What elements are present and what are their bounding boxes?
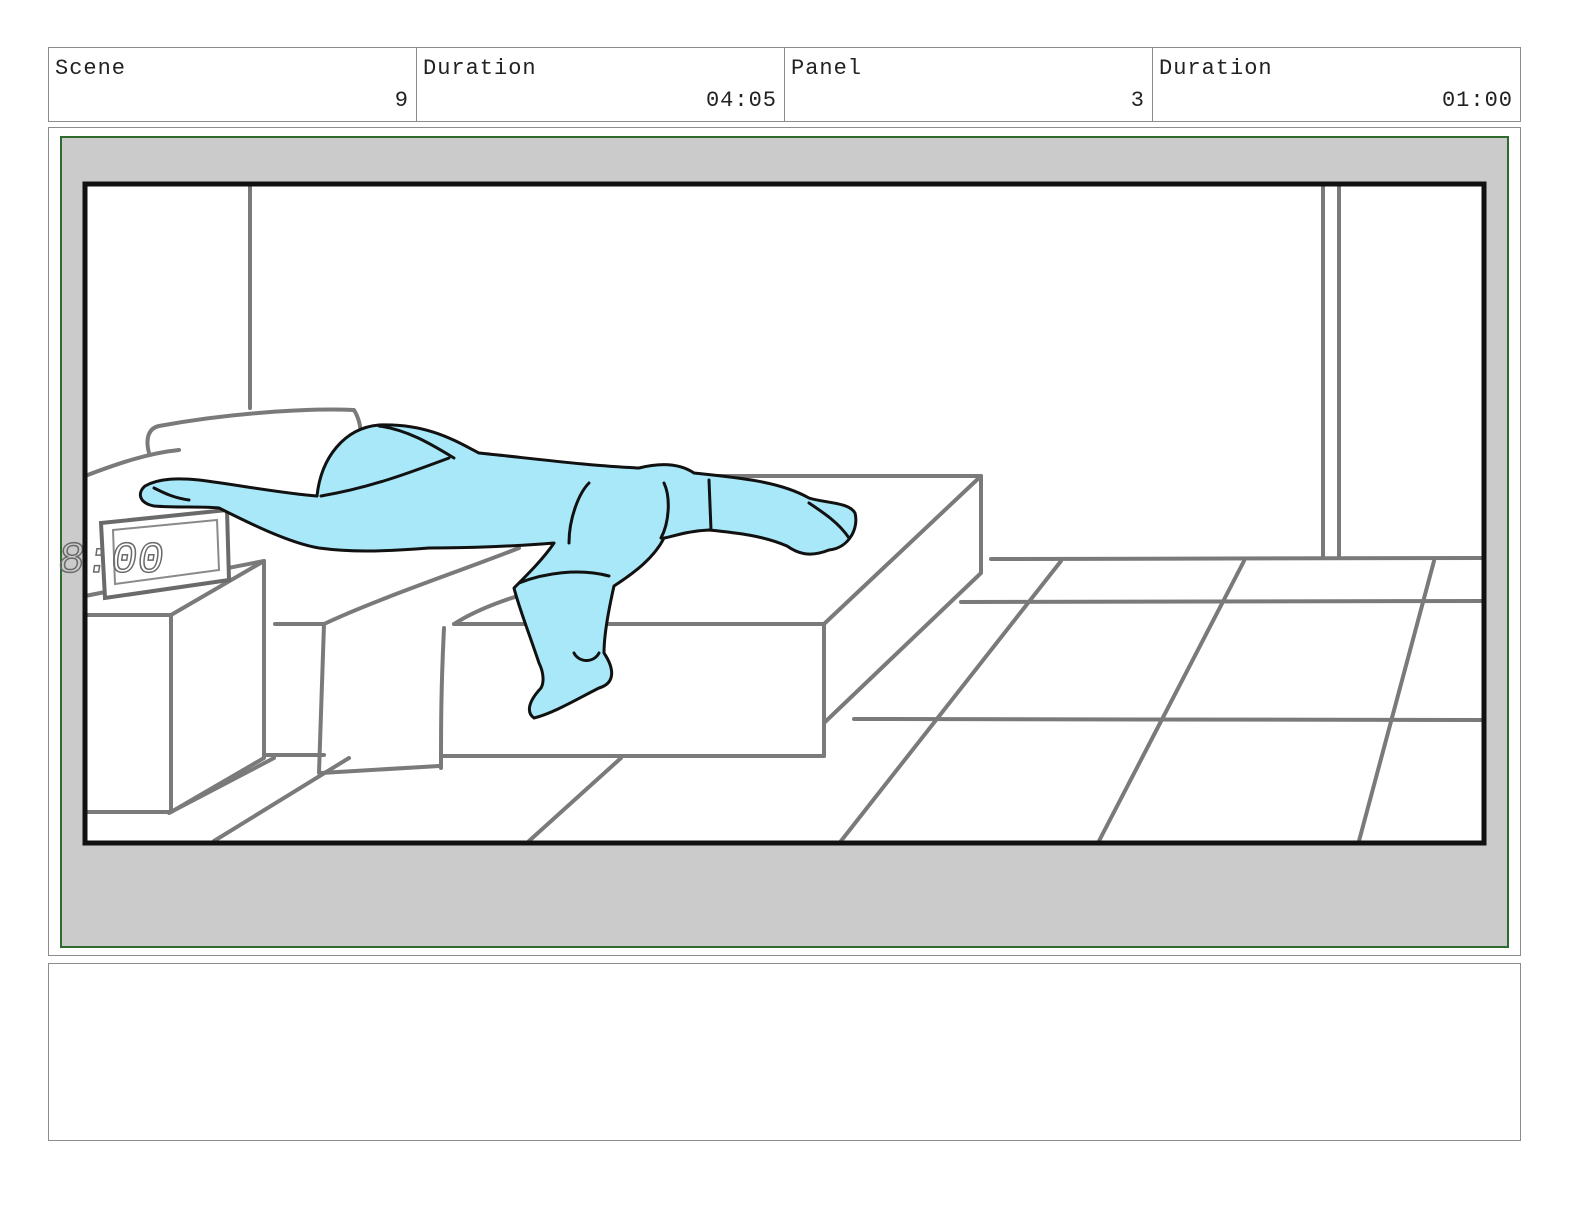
scene-value[interactable]: 9 bbox=[395, 88, 409, 113]
panel-value[interactable]: 3 bbox=[1131, 88, 1145, 113]
panel-cell: Panel 3 bbox=[785, 48, 1153, 121]
scene-duration-value[interactable]: 04:05 bbox=[706, 88, 777, 113]
alarm-clock: 8:00 bbox=[54, 507, 232, 601]
panel-duration-cell: Duration 01:00 bbox=[1153, 48, 1520, 121]
panel-info-header: Scene 9 Duration 04:05 Panel 3 Duration … bbox=[48, 47, 1521, 122]
panel-frame: 8:00 bbox=[48, 127, 1521, 956]
panel-duration-label: Duration bbox=[1159, 56, 1273, 81]
scene-label: Scene bbox=[55, 56, 127, 81]
panel-label: Panel bbox=[791, 56, 863, 81]
scene-duration-label: Duration bbox=[423, 56, 537, 81]
action-notes-box[interactable] bbox=[48, 963, 1521, 1141]
scene-duration-cell: Duration 04:05 bbox=[417, 48, 785, 121]
panel-duration-value[interactable]: 01:00 bbox=[1442, 88, 1513, 113]
clock-display: 8:00 bbox=[55, 536, 168, 586]
storyboard-drawing[interactable]: 8:00 bbox=[49, 128, 1522, 957]
scene-cell: Scene 9 bbox=[49, 48, 417, 121]
